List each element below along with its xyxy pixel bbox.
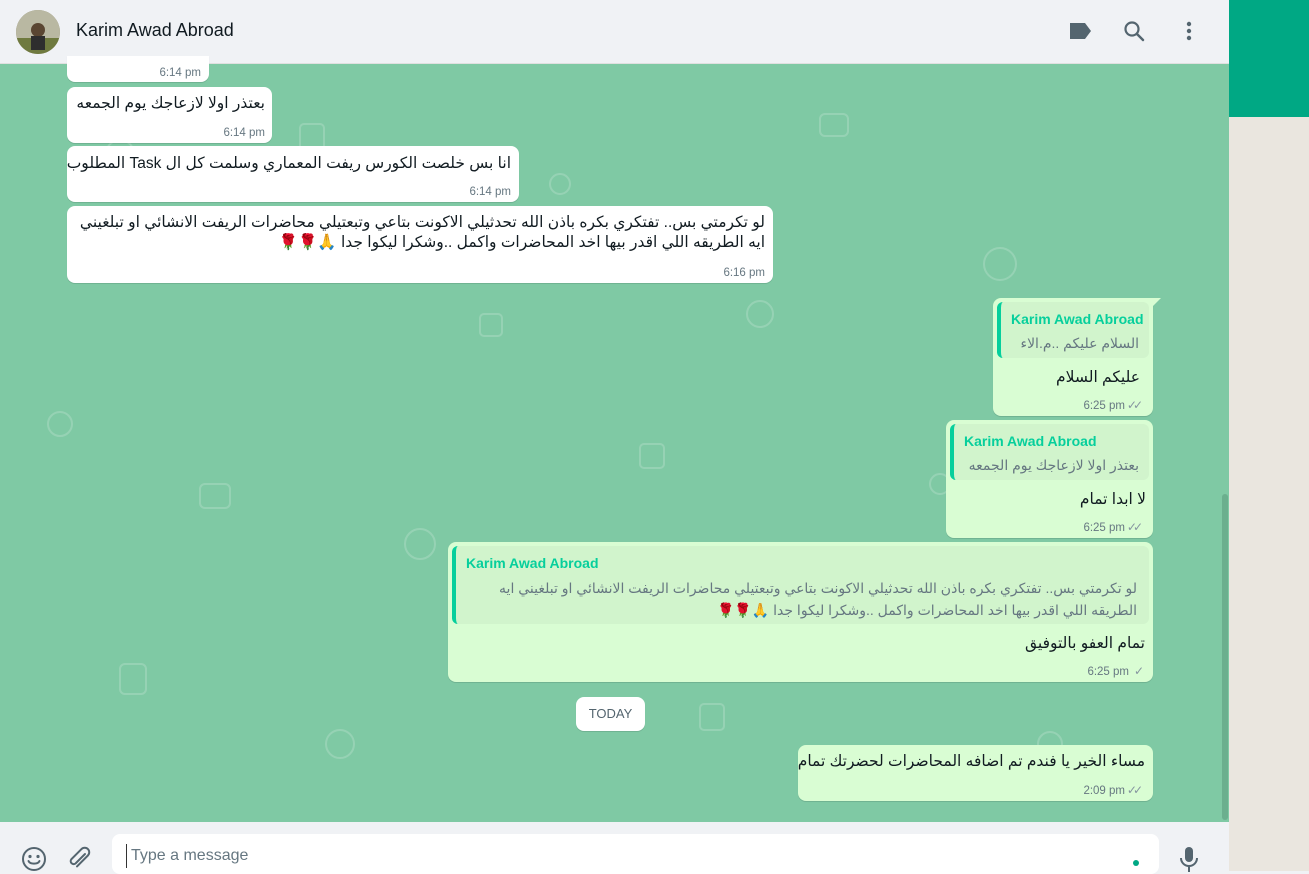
message-incoming[interactable]: بعتذر اولا لازعاجك يوم الجمعه 6:14 pm (67, 87, 272, 143)
side-panel-background (1229, 0, 1309, 871)
message-text: مساء الخير يا فندم تم اضافه المحاضرات لح… (797, 753, 1145, 770)
side-panel-accent (1229, 0, 1309, 117)
read-ticks-icon: ✓✓ (1126, 398, 1143, 412)
message-outgoing[interactable]: Karim Awad Abroad السلام عليكم ..م.الاء … (993, 298, 1161, 416)
sent-tick-icon: ✓ (1133, 664, 1144, 678)
message-incoming[interactable]: لو تكرمتي بس.. تفتكري بكره باذن الله تحد… (67, 206, 773, 283)
quoted-message[interactable]: Karim Awad Abroad بعتذر اولا لازعاجك يوم… (950, 424, 1149, 480)
read-ticks-icon: ✓✓ (1126, 783, 1143, 797)
message-time: 6:14 pm (159, 67, 201, 79)
chat-header[interactable]: Karim Awad Abroad (0, 0, 1229, 64)
message-outgoing[interactable]: Karim Awad Abroad لو تكرمتي بس.. تفتكري … (448, 542, 1153, 682)
message-outgoing[interactable]: مساء الخير يا فندم تم اضافه المحاضرات لح… (798, 745, 1153, 801)
quoted-sender: Karim Awad Abroad (1011, 311, 1144, 327)
message-time: 2:09 pm (1083, 785, 1125, 797)
message-text-line: ايه الطريقه اللي اقدر بيها اخد المحاضرات… (278, 234, 765, 251)
input-status-dot (1133, 860, 1139, 866)
message-text: بعتذر اولا لازعاجك يوم الجمعه (76, 95, 265, 112)
message-time: 6:14 pm (469, 186, 511, 198)
quoted-text-line: الطريقه اللي اقدر بيها اخد المحاضرات واك… (716, 602, 1137, 618)
message-input-box[interactable] (112, 834, 1159, 874)
date-divider: TODAY (576, 697, 645, 731)
attach-icon[interactable] (64, 844, 94, 874)
emoji-icon[interactable] (19, 844, 49, 874)
quoted-message[interactable]: Karim Awad Abroad لو تكرمتي بس.. تفتكري … (452, 546, 1149, 624)
bubble-tail (1153, 298, 1161, 306)
message-input[interactable] (126, 844, 1113, 868)
quoted-text: بعتذر اولا لازعاجك يوم الجمعه (968, 457, 1139, 473)
message-text: انا بس خلصت الكورس ريفت المعماري وسلمت ك… (66, 155, 511, 172)
message-text: عليكم السلام (1056, 369, 1140, 386)
quoted-sender: Karim Awad Abroad (964, 433, 1097, 449)
quoted-text-line: لو تكرمتي بس.. تفتكري بكره باذن الله تحد… (499, 580, 1137, 596)
message-incoming[interactable]: انا بس خلصت الكورس ريفت المعماري وسلمت ك… (67, 146, 519, 202)
quoted-sender: Karim Awad Abroad (466, 555, 599, 571)
mic-icon[interactable] (1174, 844, 1204, 874)
message-time: 6:25 pm (1083, 522, 1125, 534)
label-icon[interactable] (1067, 18, 1093, 44)
read-ticks-icon: ✓✓ (1126, 520, 1143, 534)
message-time: 6:25 pm (1087, 666, 1129, 678)
message-time: 6:14 pm (223, 127, 265, 139)
message-text: تمام العفو بالتوفيق (1024, 635, 1145, 652)
message-time: 6:16 pm (723, 267, 765, 279)
message-outgoing[interactable]: Karim Awad Abroad بعتذر اولا لازعاجك يوم… (946, 420, 1153, 538)
contact-name[interactable]: Karim Awad Abroad (76, 20, 234, 41)
chat-scrollbar[interactable] (1222, 494, 1228, 820)
message-time: 6:25 pm (1083, 400, 1125, 412)
menu-icon[interactable] (1176, 18, 1202, 44)
message-incoming[interactable]: 6:14 pm (67, 56, 209, 82)
quoted-text: السلام عليكم ..م.الاء (1020, 335, 1139, 351)
quoted-message[interactable]: Karim Awad Abroad السلام عليكم ..م.الاء (997, 302, 1149, 358)
message-text-line: لو تكرمتي بس.. تفتكري بكره باذن الله تحد… (79, 214, 765, 231)
search-icon[interactable] (1121, 18, 1147, 44)
chat-panel: Karim Awad Abroad 6:14 pm بعتذر اولا لاز… (0, 0, 1229, 874)
message-text: لا ابدا تمام (1079, 491, 1146, 508)
avatar[interactable] (16, 10, 60, 54)
